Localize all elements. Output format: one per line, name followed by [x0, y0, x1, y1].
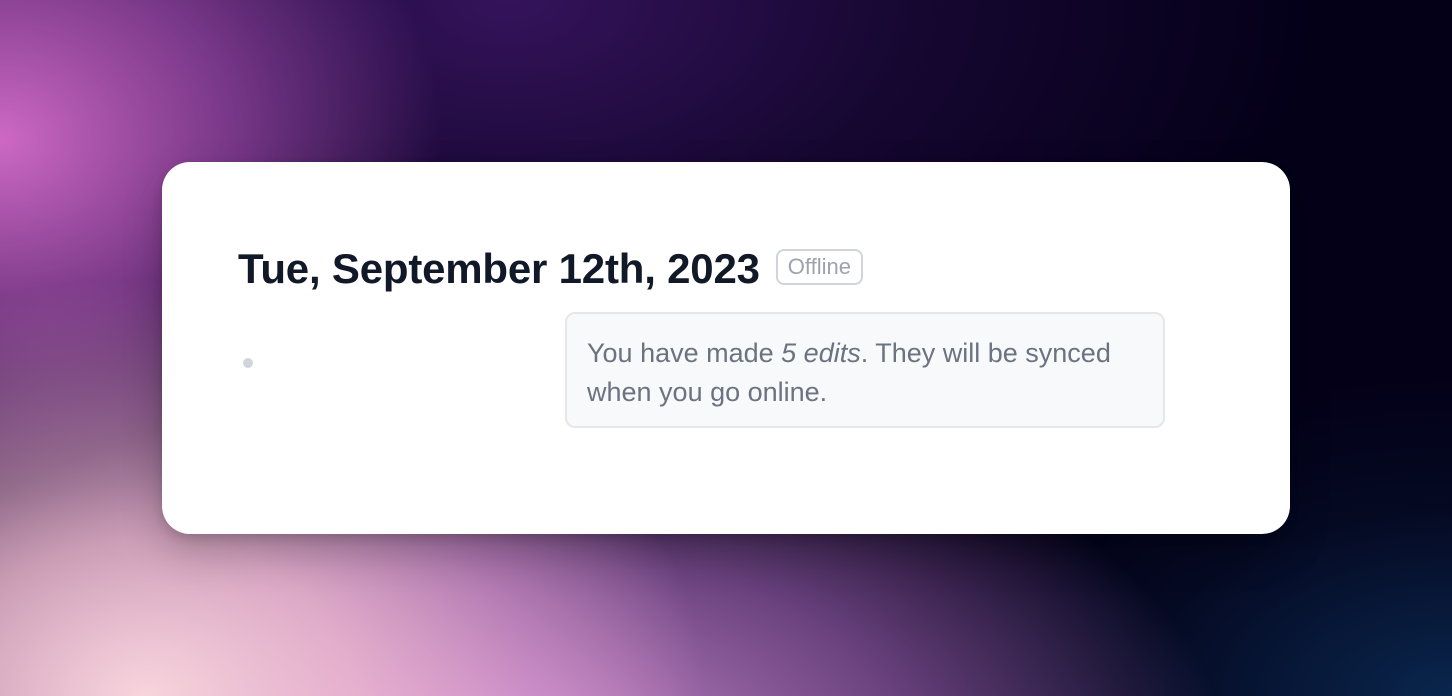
sync-notice-text-before: You have made: [587, 338, 782, 368]
offline-status-badge: Offline: [775, 249, 863, 285]
title-row: Tue, September 12th, 2023 Offline: [238, 248, 863, 290]
sync-notice-tooltip: You have made 5 edits. They will be sync…: [565, 312, 1165, 428]
page-title: Tue, September 12th, 2023: [238, 245, 760, 292]
journal-card: Tue, September 12th, 2023 Offline You ha…: [162, 162, 1290, 534]
sync-notice-edits-count: 5 edits: [781, 338, 861, 368]
bullet-dot-icon[interactable]: [243, 358, 253, 368]
